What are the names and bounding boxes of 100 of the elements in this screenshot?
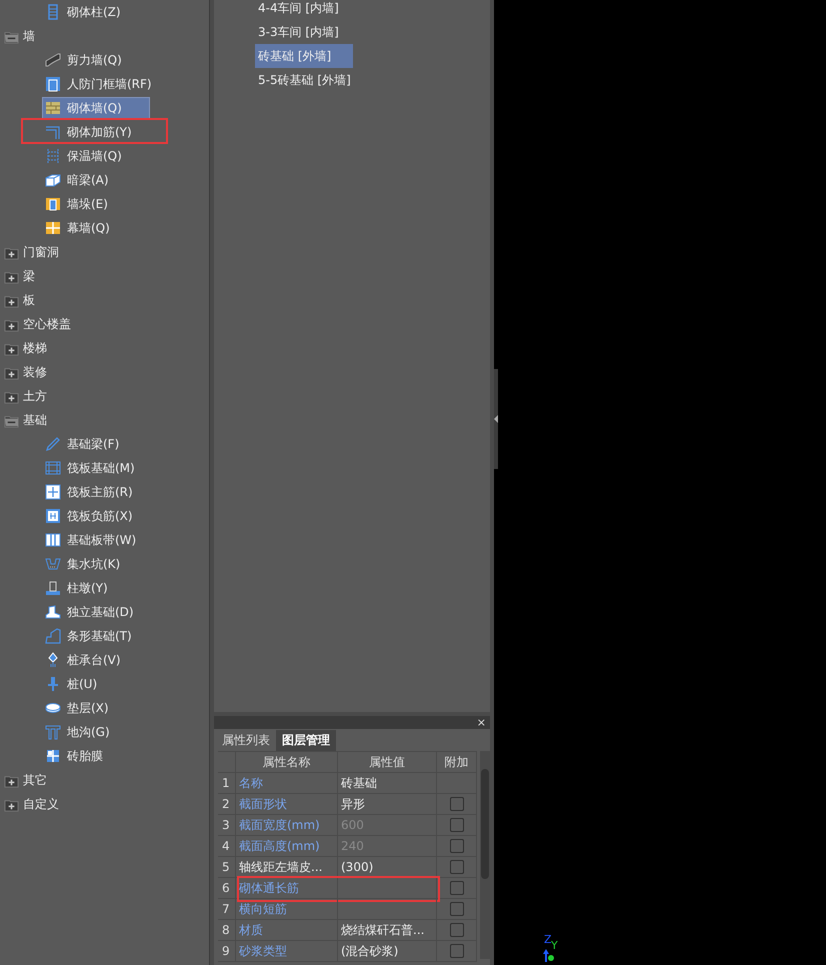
row-number: 3 — [218, 815, 236, 836]
basin-icon — [45, 556, 61, 572]
property-name: 截面宽度(mm) — [236, 815, 338, 836]
tree-group[interactable]: 自定义 — [0, 792, 209, 816]
tab[interactable]: 图层管理 — [276, 730, 336, 751]
property-name: 横向短筋 — [236, 899, 338, 920]
dashed-grid-icon — [45, 148, 61, 164]
cross-icon — [45, 484, 61, 500]
block-icon — [45, 172, 61, 188]
property-name: 截面形状 — [236, 794, 338, 815]
row-number: 1 — [218, 773, 236, 794]
tree-item[interactable]: 集水坑(K) — [42, 553, 126, 575]
checkbox[interactable] — [450, 944, 464, 958]
tree-item[interactable]: 砌体墙(Q) — [42, 97, 150, 119]
tree-item[interactable]: 条形基础(T) — [42, 625, 137, 647]
pencil-icon — [45, 436, 61, 452]
close-button[interactable]: × — [476, 717, 486, 728]
tree-item[interactable]: 墙垛(E) — [42, 193, 113, 215]
list-item[interactable]: 3-3车间 [内墙] — [255, 20, 353, 44]
axis-drawing — [542, 948, 556, 962]
axis-label: Y — [551, 940, 558, 951]
tree-group[interactable]: 基础 — [0, 408, 209, 432]
property-name: 砂浆类型 — [236, 941, 338, 962]
tree-item[interactable]: 砌体柱(Z) — [42, 1, 126, 23]
tree-item[interactable]: 人防门框墙(RF) — [42, 73, 157, 95]
brick-wall-icon — [45, 100, 61, 116]
tree-group[interactable]: 楼梯 — [0, 336, 209, 360]
tree-item[interactable]: 保温墙(Q) — [42, 145, 127, 167]
corner-lines-icon — [45, 124, 61, 140]
window-grid-icon — [45, 220, 61, 236]
list-item[interactable]: 砖基础 [外墙] — [255, 44, 353, 68]
property-value[interactable]: 砖基础 — [338, 773, 437, 794]
tree-item[interactable]: 基础板带(W) — [42, 529, 142, 551]
trench-icon — [45, 724, 61, 740]
footing-icon — [45, 604, 61, 620]
column-header: 属性值 — [338, 752, 437, 773]
wall-icon — [45, 52, 61, 68]
tree-item[interactable]: 独立基础(D) — [42, 601, 139, 623]
checkbox[interactable] — [450, 797, 464, 811]
checkbox[interactable] — [450, 818, 464, 832]
grid-icon — [45, 460, 61, 476]
square-icon — [45, 508, 61, 524]
tree-group[interactable]: 板 — [0, 288, 209, 312]
four-pane-icon — [45, 748, 61, 764]
pedestal-icon — [45, 580, 61, 596]
tree-item[interactable]: 剪力墙(Q) — [42, 49, 127, 71]
column-header: 附加 — [437, 752, 477, 773]
row-number: 8 — [218, 920, 236, 941]
tree-item[interactable]: 基础梁(F) — [42, 433, 124, 455]
scrollbar-thumb[interactable] — [481, 769, 489, 879]
tree-group[interactable]: 梁 — [0, 264, 209, 288]
property-value[interactable]: 异形 — [338, 794, 437, 815]
property-value[interactable]: (混合砂浆) — [338, 941, 437, 962]
property-name: 截面高度(mm) — [236, 836, 338, 857]
tree-item[interactable]: 桩(U) — [42, 673, 102, 695]
property-name: 砌体通长筋 — [236, 878, 338, 899]
property-value[interactable]: 烧结煤矸石普... — [338, 920, 437, 941]
tree-group[interactable]: 装修 — [0, 360, 209, 384]
step-icon — [45, 628, 61, 644]
splitter-handle[interactable] — [494, 369, 498, 469]
row-number: 4 — [218, 836, 236, 857]
checkbox[interactable] — [450, 923, 464, 937]
row-number: 9 — [218, 941, 236, 962]
tree-item[interactable]: 砖胎膜 — [42, 745, 108, 767]
checkbox[interactable] — [450, 860, 464, 874]
tree-group[interactable]: 其它 — [0, 768, 209, 792]
tree-item[interactable]: 柱墩(Y) — [42, 577, 113, 599]
property-value[interactable]: (300) — [338, 857, 437, 878]
tree-item[interactable]: 砌体加筋(Y) — [42, 121, 137, 143]
row-number: 7 — [218, 899, 236, 920]
frame-icon — [45, 76, 61, 92]
list-item[interactable]: 4-4车间 [内墙] — [255, 0, 353, 20]
row-number: 5 — [218, 857, 236, 878]
tree-group[interactable]: 墙 — [0, 24, 209, 48]
tree-group[interactable]: 空心楼盖 — [0, 312, 209, 336]
column-header: 属性名称 — [236, 752, 338, 773]
columns-icon — [45, 532, 61, 548]
checkbox[interactable] — [450, 839, 464, 853]
checkbox[interactable] — [450, 881, 464, 895]
property-name: 名称 — [236, 773, 338, 794]
tree-item[interactable]: 地沟(G) — [42, 721, 115, 743]
row-number: 2 — [218, 794, 236, 815]
tree-item[interactable]: 筏板主筋(R) — [42, 481, 138, 503]
list-item[interactable]: 5-5砖基础 [外墙] — [255, 68, 354, 92]
tree-item[interactable]: 幕墙(Q) — [42, 217, 115, 239]
tree-item[interactable]: 桩承台(V) — [42, 649, 126, 671]
pile-icon — [45, 676, 61, 692]
property-name: 轴线距左墙皮... — [236, 857, 338, 878]
tree-group[interactable]: 土方 — [0, 384, 209, 408]
tree-item[interactable]: 暗梁(A) — [42, 169, 114, 191]
property-name: 材质 — [236, 920, 338, 941]
tree-item[interactable]: 垫层(X) — [42, 697, 114, 719]
tree-group[interactable]: 门窗洞 — [0, 240, 209, 264]
tree-item[interactable]: 筏板基础(M) — [42, 457, 140, 479]
disc-icon — [45, 700, 61, 716]
pier-icon — [45, 196, 61, 212]
tree-item[interactable]: 筏板负筋(X) — [42, 505, 138, 527]
axis-label: Z — [544, 934, 552, 945]
checkbox[interactable] — [450, 902, 464, 916]
scrollbar[interactable] — [480, 751, 490, 959]
